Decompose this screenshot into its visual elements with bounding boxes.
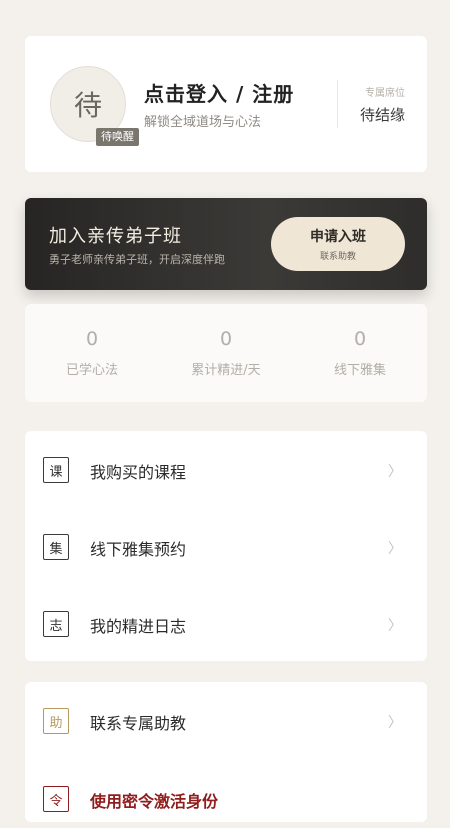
login-register-link[interactable]: 点击登入 / 注册 — [144, 78, 294, 107]
menu-card: 课 我购买的课程 〉 集 线下雅集预约 〉 志 我的精进日志 〉 — [25, 431, 427, 661]
assistant-icon: 助 — [43, 708, 69, 734]
banner-subtitle: 勇子老师亲传弟子班，开启深度伴跑 — [49, 253, 225, 266]
stat-days: 0 累计精进/天 — [159, 304, 293, 402]
apply-class-button[interactable]: 申请入班 联系助教 — [271, 217, 405, 271]
seat-label: 专属席位 — [365, 88, 405, 99]
menu-item-activate-token[interactable]: 令 使用密令激活身份 — [25, 768, 427, 828]
menu-item-label: 联系专属助教 — [90, 714, 187, 733]
login-subtitle: 解锁全域道场与心法 — [144, 115, 262, 130]
gathering-icon: 集 — [43, 534, 69, 560]
stat-label: 已学心法 — [65, 363, 118, 378]
banner-title: 加入亲传弟子班 — [49, 226, 182, 247]
stat-label: 累计精进/天 — [191, 363, 261, 378]
menu-item-courses[interactable]: 课 我购买的课程 〉 — [25, 439, 427, 499]
journal-icon: 志 — [43, 611, 69, 637]
menu-item-label: 线下雅集预约 — [90, 540, 187, 559]
disciple-class-banner: 加入亲传弟子班 勇子老师亲传弟子班，开启深度伴跑 申请入班 联系助教 — [25, 198, 427, 290]
token-icon: 令 — [43, 786, 69, 812]
status-badge: 待唤醒 — [96, 128, 139, 146]
profile-card[interactable]: 待 待唤醒 点击登入 / 注册 解锁全域道场与心法 专属席位 待结缘 — [25, 36, 427, 172]
menu-item-gathering[interactable]: 集 线下雅集预约 〉 — [25, 516, 427, 576]
stats-panel: 0 已学心法 0 累计精进/天 0 线下雅集 — [25, 304, 427, 402]
menu-card-secondary: 助 联系专属助教 〉 令 使用密令激活身份 — [25, 682, 427, 822]
menu-item-assistant[interactable]: 助 联系专属助教 〉 — [25, 690, 427, 750]
avatar-char: 待 — [73, 89, 102, 122]
chevron-right-icon: 〉 — [388, 618, 402, 634]
menu-item-label: 我购买的课程 — [90, 463, 187, 482]
menu-item-label: 使用密令激活身份 — [90, 792, 219, 811]
menu-item-label: 我的精进日志 — [90, 617, 187, 636]
stat-label: 线下雅集 — [333, 363, 386, 378]
apply-class-button-sublabel: 联系助教 — [319, 252, 356, 262]
stat-value: 0 — [85, 328, 99, 350]
stat-learned: 0 已学心法 — [25, 304, 159, 402]
stat-value: 0 — [219, 328, 233, 350]
stat-value: 0 — [353, 328, 367, 350]
course-icon: 课 — [43, 457, 69, 483]
divider — [337, 80, 338, 128]
chevron-right-icon: 〉 — [388, 541, 402, 557]
seat-value: 待结缘 — [359, 106, 405, 124]
chevron-right-icon: 〉 — [388, 715, 402, 731]
stat-gatherings: 0 线下雅集 — [293, 304, 427, 402]
menu-item-journal[interactable]: 志 我的精进日志 〉 — [25, 593, 427, 653]
chevron-right-icon: 〉 — [388, 464, 402, 480]
apply-class-button-label: 申请入班 — [310, 229, 366, 245]
